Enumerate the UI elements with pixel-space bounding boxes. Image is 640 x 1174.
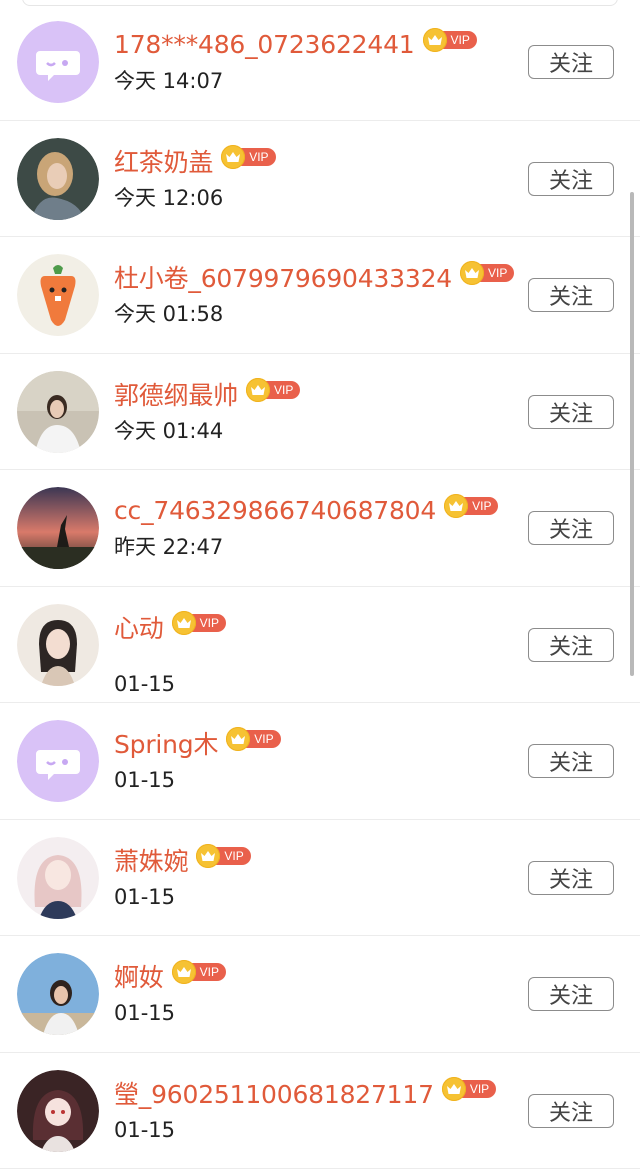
default-avatar-icon[interactable] <box>17 21 99 103</box>
follow-button[interactable]: 关注 <box>528 1093 614 1128</box>
user-avatar[interactable] <box>17 603 99 686</box>
follow-time: 01-15 <box>114 671 176 696</box>
crown-icon <box>246 377 271 402</box>
follow-time: 昨天 22:47 <box>114 535 224 559</box>
follow-button[interactable]: 关注 <box>528 977 614 1011</box>
vip-badge: VIP <box>171 610 226 635</box>
list-item[interactable]: 婀奻 VIP 01-15 关注 <box>0 936 640 1053</box>
user-name[interactable]: 郭德纲最帅 <box>114 376 238 412</box>
user-name[interactable]: 杜小卷_6079979690433324 <box>114 259 452 295</box>
follow-button[interactable]: 关注 <box>528 860 614 895</box>
vip-badge: VIP <box>221 144 276 169</box>
follow-time: 今天 12:06 <box>114 185 224 210</box>
user-avatar[interactable] <box>17 370 99 453</box>
list-item[interactable]: 178***486_0723622441 VIP 今天 14:07 关注 <box>0 4 640 121</box>
user-name[interactable]: 红茶奶盖 <box>114 143 213 179</box>
list-item[interactable]: 红茶奶盖 VIP 今天 12:06 关注 <box>0 121 640 237</box>
user-avatar[interactable] <box>17 836 99 919</box>
vip-badge: VIP <box>246 377 301 402</box>
vip-badge: VIP <box>226 727 281 751</box>
follow-button[interactable]: 关注 <box>528 161 614 196</box>
user-name[interactable]: 瑩_960251100681827117 <box>114 1075 434 1111</box>
list-item[interactable]: 杜小卷_6079979690433324 VIP 今天 01:58 关注 <box>0 237 640 354</box>
user-avatar[interactable] <box>17 953 99 1035</box>
follow-time: 今天 14:07 <box>114 69 224 93</box>
crown-icon <box>444 494 469 518</box>
crown-icon <box>441 1076 466 1101</box>
default-avatar-icon[interactable] <box>17 720 99 802</box>
vip-badge: VIP <box>422 28 477 52</box>
user-name[interactable]: 178***486_0723622441 <box>114 30 415 59</box>
user-avatar[interactable] <box>17 137 99 220</box>
follow-button[interactable]: 关注 <box>528 511 614 545</box>
follow-button[interactable]: 关注 <box>528 394 614 429</box>
follow-button[interactable]: 关注 <box>528 627 614 662</box>
vip-badge: VIP <box>171 960 226 984</box>
list-item[interactable]: 郭德纲最帅 VIP 今天 01:44 关注 <box>0 354 640 470</box>
follow-button[interactable]: 关注 <box>528 45 614 79</box>
crown-icon <box>422 28 447 52</box>
crown-icon <box>171 610 196 635</box>
vip-badge: VIP <box>196 843 251 868</box>
vip-badge: VIP <box>441 1076 497 1101</box>
user-name[interactable]: 婀奻 <box>114 958 164 994</box>
crown-icon <box>196 843 221 868</box>
user-name[interactable]: 心动 <box>114 609 164 645</box>
follow-button[interactable]: 关注 <box>528 744 614 778</box>
crown-icon <box>460 261 484 285</box>
user-avatar[interactable] <box>17 1069 99 1152</box>
user-name[interactable]: cc_746329866740687804 <box>114 496 436 525</box>
carrot-avatar[interactable] <box>17 254 99 336</box>
follow-time: 01-15 <box>114 768 176 792</box>
follow-time: 01-15 <box>114 1001 176 1025</box>
follow-time: 今天 01:44 <box>114 418 224 443</box>
list-item[interactable]: 萧姝婉 VIP 01-15 关注 <box>0 820 640 936</box>
crown-icon <box>221 144 246 169</box>
crown-icon <box>171 960 196 984</box>
vip-badge: VIP <box>460 261 515 285</box>
scrollbar[interactable] <box>630 192 634 676</box>
user-name[interactable]: 萧姝婉 <box>114 842 189 878</box>
user-name[interactable]: Spring木 <box>114 725 218 761</box>
follow-time: 今天 01:58 <box>114 302 224 326</box>
follow-time: 01-15 <box>114 1117 176 1142</box>
follow-time: 01-15 <box>114 884 176 909</box>
user-list: 178***486_0723622441 VIP 今天 14:07 关注 红茶奶… <box>0 4 640 1169</box>
follow-button[interactable]: 关注 <box>528 278 614 312</box>
user-avatar[interactable] <box>17 487 99 569</box>
list-item[interactable]: 心动 VIP 01-15 关注 <box>0 587 640 703</box>
vip-badge: VIP <box>444 494 499 518</box>
list-item[interactable]: cc_746329866740687804 VIP 昨天 22:47 关注 <box>0 470 640 587</box>
list-item[interactable]: 瑩_960251100681827117 VIP 01-15 关注 <box>0 1053 640 1169</box>
list-item[interactable]: Spring木 VIP 01-15 关注 <box>0 703 640 820</box>
